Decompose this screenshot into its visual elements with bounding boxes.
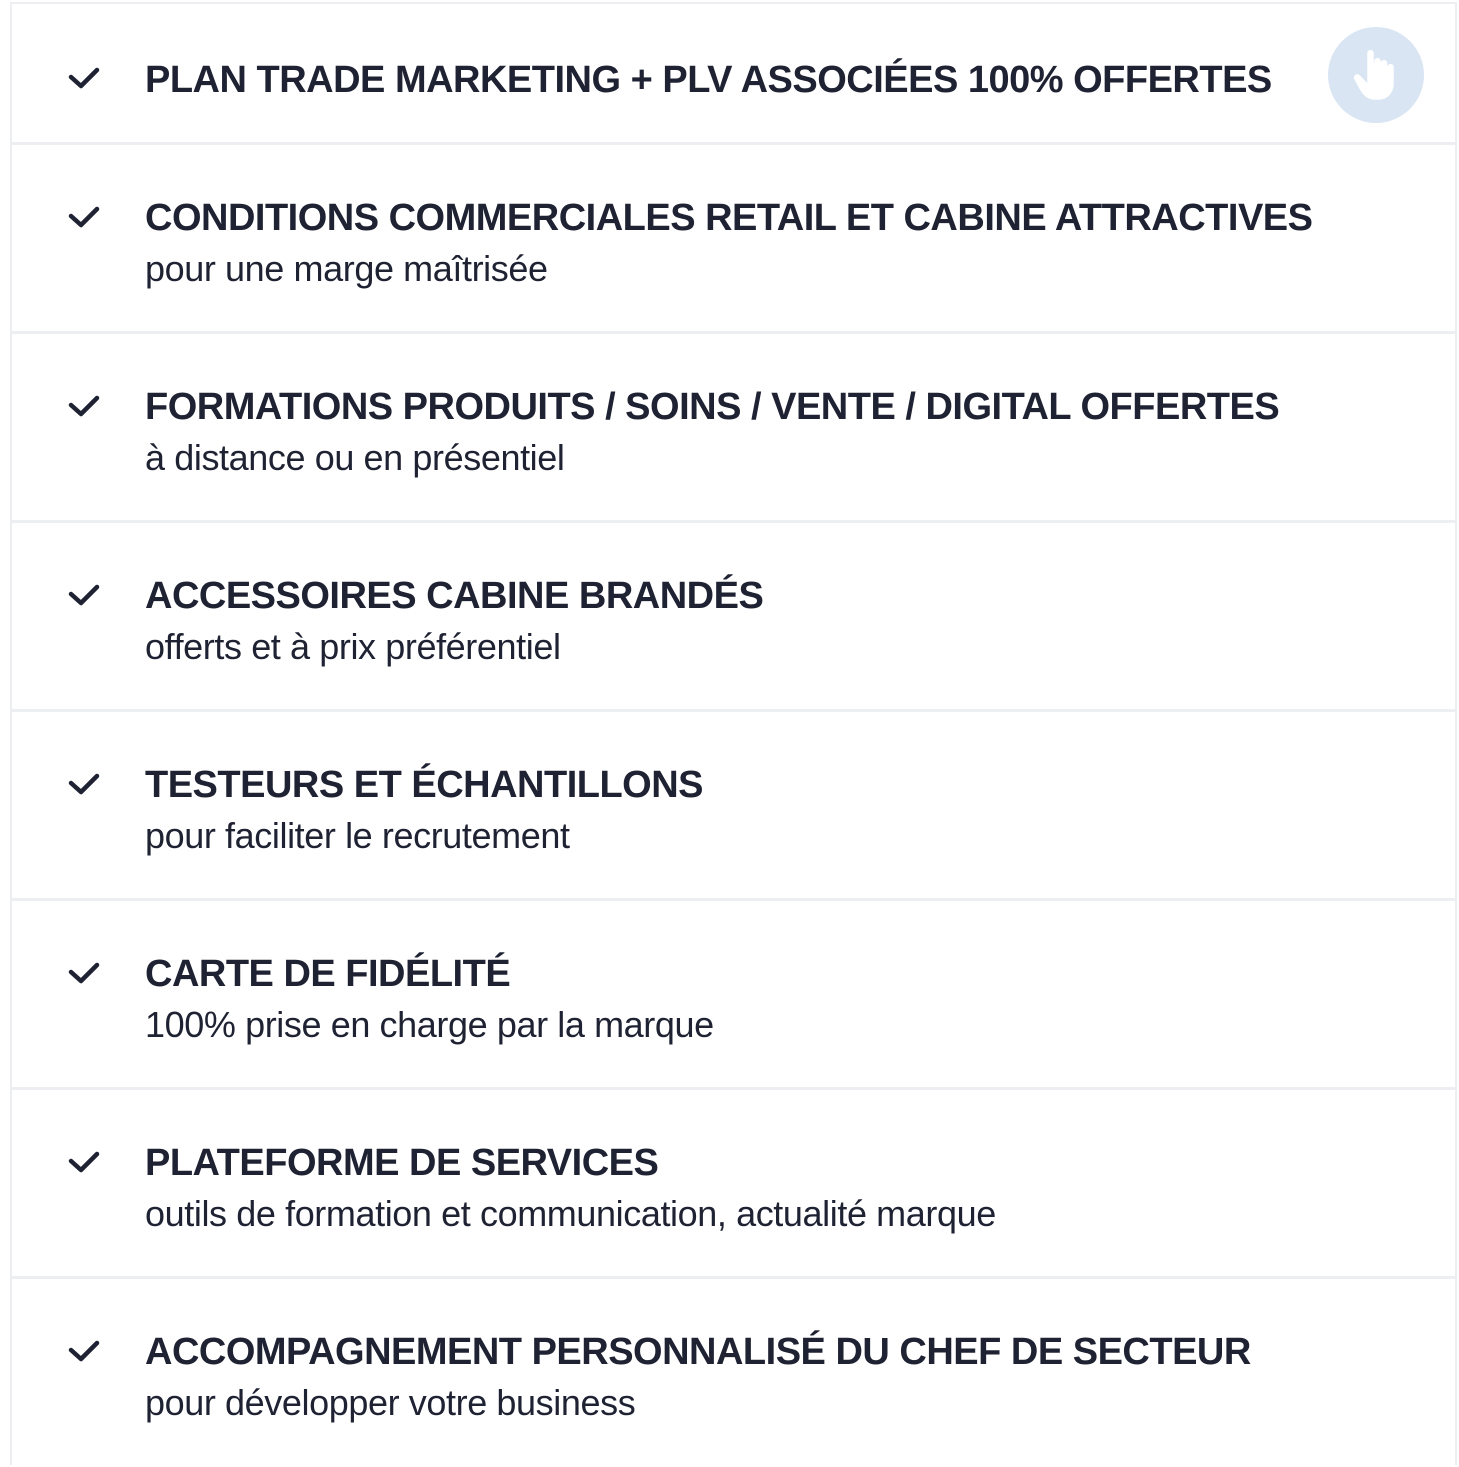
- benefit-title: CARTE DE FIDÉLITÉ: [145, 953, 511, 995]
- benefit-subtitle: offerts et à prix préférentiel: [145, 626, 561, 667]
- page: PLAN TRADE MARKETING + PLV ASSOCIÉES 100…: [0, 0, 1459, 1467]
- benefit-row-testeurs: TESTEURS ET ÉCHANTILLONS pour faciliter …: [12, 712, 1455, 901]
- benefit-title: TESTEURS ET ÉCHANTILLONS: [145, 764, 704, 806]
- check-icon: [68, 66, 100, 90]
- benefit-title: ACCESSOIRES CABINE BRANDÉS: [145, 575, 764, 617]
- check-icon: [68, 583, 100, 607]
- check-icon: [68, 1339, 100, 1363]
- benefit-subtitle: pour une marge maîtrisée: [145, 248, 548, 289]
- benefit-subtitle: à distance ou en présentiel: [145, 437, 565, 478]
- benefit-title: ACCOMPAGNEMENT PERSONNALISÉ DU CHEF DE S…: [145, 1331, 1251, 1373]
- benefit-row-carte-fidelite: CARTE DE FIDÉLITÉ 100% prise en charge p…: [12, 901, 1455, 1090]
- check-icon: [68, 961, 100, 985]
- benefit-title: CONDITIONS COMMERCIALES RETAIL ET CABINE…: [145, 197, 1313, 239]
- benefit-subtitle: pour faciliter le recrutement: [145, 815, 570, 856]
- benefit-row-trade-marketing: PLAN TRADE MARKETING + PLV ASSOCIÉES 100…: [12, 4, 1455, 145]
- check-icon: [68, 394, 100, 418]
- check-icon: [68, 1150, 100, 1174]
- benefit-title: FORMATIONS PRODUITS / SOINS / VENTE / DI…: [145, 386, 1280, 428]
- check-icon: [68, 205, 100, 229]
- benefit-title: PLAN TRADE MARKETING + PLV ASSOCIÉES 100…: [145, 59, 1272, 101]
- benefit-title: PLATEFORME DE SERVICES: [145, 1142, 659, 1184]
- benefit-subtitle: pour développer votre business: [145, 1382, 636, 1423]
- benefit-subtitle: outils de formation et communication, ac…: [145, 1193, 996, 1234]
- benefit-row-plateforme-services: PLATEFORME DE SERVICES outils de formati…: [12, 1090, 1455, 1279]
- benefits-list: PLAN TRADE MARKETING + PLV ASSOCIÉES 100…: [10, 2, 1457, 1465]
- pointing-hand-icon: [1350, 47, 1402, 103]
- benefit-row-accompagnement: ACCOMPAGNEMENT PERSONNALISÉ DU CHEF DE S…: [12, 1279, 1455, 1465]
- benefit-row-accessoires-cabine: ACCESSOIRES CABINE BRANDÉS offerts et à …: [12, 523, 1455, 712]
- check-icon: [68, 772, 100, 796]
- scroll-hint-button[interactable]: [1328, 27, 1424, 123]
- benefit-row-formations: FORMATIONS PRODUITS / SOINS / VENTE / DI…: [12, 334, 1455, 523]
- benefit-row-conditions-commerciales: CONDITIONS COMMERCIALES RETAIL ET CABINE…: [12, 145, 1455, 334]
- benefit-subtitle: 100% prise en charge par la marque: [145, 1004, 714, 1045]
